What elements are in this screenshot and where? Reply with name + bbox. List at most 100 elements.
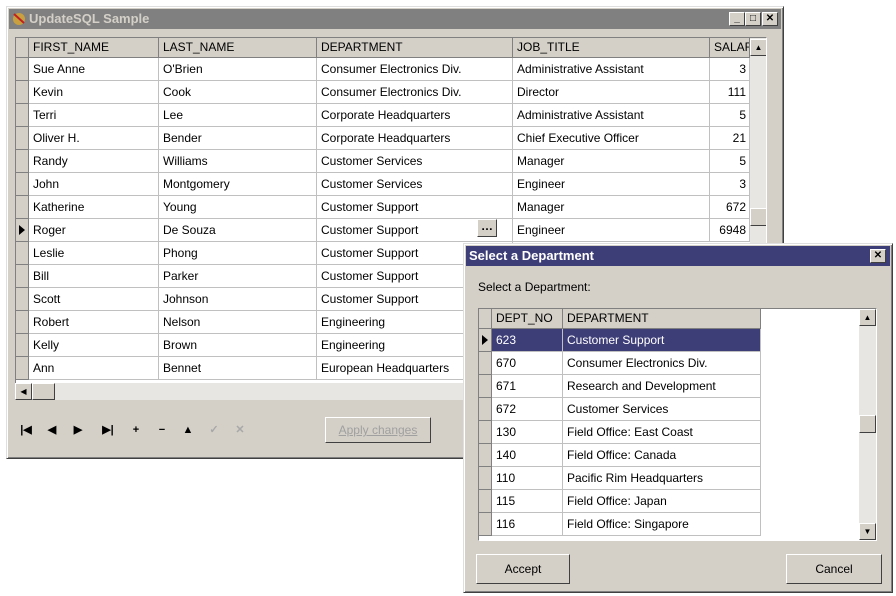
row-indicator[interactable] bbox=[16, 357, 29, 380]
grid-cell[interactable]: 3 bbox=[710, 58, 750, 81]
next-icon[interactable]: ▶ bbox=[67, 419, 89, 441]
dept-cell[interactable]: Field Office: Singapore bbox=[563, 513, 761, 536]
grid-cell[interactable]: 672 bbox=[710, 196, 750, 219]
row-indicator[interactable] bbox=[16, 173, 29, 196]
dept-cell[interactable]: 671 bbox=[492, 375, 563, 398]
grid-cell[interactable]: Corporate Headquarters bbox=[317, 104, 513, 127]
dept-cell[interactable]: Field Office: Canada bbox=[563, 444, 761, 467]
dept-scroll-up-button[interactable]: ▲ bbox=[859, 309, 876, 326]
minimize-button[interactable]: _ bbox=[729, 12, 745, 26]
dept-cell[interactable]: 140 bbox=[492, 444, 563, 467]
row-indicator[interactable] bbox=[16, 311, 29, 334]
dept-cell[interactable]: 116 bbox=[492, 513, 563, 536]
grid-cell[interactable]: Roger bbox=[29, 219, 159, 242]
dept-column-header[interactable]: DEPARTMENT bbox=[563, 309, 761, 329]
dept-row-indicator[interactable] bbox=[479, 467, 492, 490]
dept-scroll-thumb[interactable] bbox=[859, 415, 876, 433]
row-indicator[interactable] bbox=[16, 104, 29, 127]
post-icon[interactable]: ✓ bbox=[203, 419, 225, 441]
grid-cell[interactable]: Scott bbox=[29, 288, 159, 311]
row-indicator[interactable] bbox=[16, 81, 29, 104]
dept-cell[interactable]: Pacific Rim Headquarters bbox=[563, 467, 761, 490]
dept-cell[interactable]: Consumer Electronics Div. bbox=[563, 352, 761, 375]
dialog-titlebar[interactable]: Select a Department ✕ bbox=[466, 246, 890, 266]
dept-cell[interactable]: Customer Services bbox=[563, 398, 761, 421]
grid-cell[interactable]: Engineer bbox=[513, 173, 710, 196]
column-header[interactable]: JOB_TITLE bbox=[513, 38, 710, 58]
row-indicator[interactable] bbox=[16, 265, 29, 288]
dept-cell[interactable]: 672 bbox=[492, 398, 563, 421]
row-indicator[interactable] bbox=[16, 150, 29, 173]
grid-cell[interactable]: Young bbox=[159, 196, 317, 219]
grid-cell[interactable]: Johnson bbox=[159, 288, 317, 311]
dept-row-indicator[interactable] bbox=[479, 421, 492, 444]
dialog-close-button[interactable]: ✕ bbox=[870, 249, 886, 263]
dept-cell[interactable]: Field Office: East Coast bbox=[563, 421, 761, 444]
dept-row-indicator[interactable] bbox=[479, 490, 492, 513]
maximize-button[interactable]: □ bbox=[745, 12, 761, 26]
grid-cell[interactable]: Manager bbox=[513, 196, 710, 219]
dept-vertical-scrollbar[interactable]: ▲ ▼ bbox=[859, 309, 876, 540]
row-indicator[interactable] bbox=[16, 219, 29, 242]
grid-cell[interactable]: Manager bbox=[513, 150, 710, 173]
dept-cell[interactable]: 130 bbox=[492, 421, 563, 444]
grid-cell[interactable]: 5 bbox=[710, 150, 750, 173]
grid-cell[interactable]: Customer Services bbox=[317, 173, 513, 196]
row-indicator[interactable] bbox=[16, 242, 29, 265]
grid-cell[interactable]: Consumer Electronics Div. bbox=[317, 81, 513, 104]
column-header[interactable]: FIRST_NAME bbox=[29, 38, 159, 58]
grid-cell[interactable]: Nelson bbox=[159, 311, 317, 334]
grid-cell[interactable]: Leslie bbox=[29, 242, 159, 265]
grid-cell[interactable]: 3 bbox=[710, 173, 750, 196]
dept-cell[interactable]: 623 bbox=[492, 329, 563, 352]
grid-cell[interactable]: Customer Services bbox=[317, 150, 513, 173]
grid-cell[interactable]: Parker bbox=[159, 265, 317, 288]
department-grid[interactable]: DEPT_NO DEPARTMENT 623 Customer Support 670… bbox=[478, 308, 877, 541]
prior-icon[interactable]: ◀ bbox=[41, 419, 63, 441]
grid-cell[interactable]: Kevin bbox=[29, 81, 159, 104]
cancel-icon[interactable]: ✕ bbox=[229, 419, 251, 441]
grid-cell[interactable]: Administrative Assistant bbox=[513, 58, 710, 81]
dept-cell[interactable]: 115 bbox=[492, 490, 563, 513]
grid-cell[interactable]: Engineer bbox=[513, 219, 710, 242]
main-titlebar[interactable]: UpdateSQL Sample _ □ ✕ bbox=[9, 9, 781, 29]
grid-cell[interactable]: Montgomery bbox=[159, 173, 317, 196]
grid-cell[interactable]: Katherine bbox=[29, 196, 159, 219]
grid-cell[interactable]: Administrative Assistant bbox=[513, 104, 710, 127]
dept-cell[interactable]: 110 bbox=[492, 467, 563, 490]
dept-row-indicator[interactable] bbox=[479, 375, 492, 398]
grid-cell[interactable]: Consumer Electronics Div. bbox=[317, 58, 513, 81]
grid-cell[interactable]: Randy bbox=[29, 150, 159, 173]
hscroll-thumb[interactable] bbox=[32, 383, 55, 400]
close-button[interactable]: ✕ bbox=[762, 12, 778, 26]
dept-cell[interactable]: Customer Support bbox=[563, 329, 761, 352]
dept-cell[interactable]: Field Office: Japan bbox=[563, 490, 761, 513]
scroll-left-button[interactable]: ◀ bbox=[15, 383, 32, 400]
column-header[interactable]: SALAF bbox=[710, 38, 750, 58]
scroll-up-button[interactable]: ▲ bbox=[750, 39, 766, 56]
last-icon[interactable]: ▶| bbox=[97, 419, 119, 441]
dept-row-indicator[interactable] bbox=[479, 513, 492, 536]
dept-row-indicator[interactable] bbox=[479, 398, 492, 421]
grid-cell[interactable]: Oliver H. bbox=[29, 127, 159, 150]
grid-cell[interactable]: 5 bbox=[710, 104, 750, 127]
delete-icon[interactable]: − bbox=[151, 419, 173, 441]
grid-cell[interactable]: Phong bbox=[159, 242, 317, 265]
row-indicator[interactable] bbox=[16, 288, 29, 311]
grid-cell[interactable]: Director bbox=[513, 81, 710, 104]
grid-cell[interactable]: Lee bbox=[159, 104, 317, 127]
grid-cell[interactable]: Sue Anne bbox=[29, 58, 159, 81]
row-indicator[interactable] bbox=[16, 127, 29, 150]
grid-cell[interactable]: Kelly bbox=[29, 334, 159, 357]
grid-cell[interactable]: Bennet bbox=[159, 357, 317, 380]
grid-cell[interactable]: De Souza bbox=[159, 219, 317, 242]
grid-cell[interactable]: Cook bbox=[159, 81, 317, 104]
grid-cell[interactable]: Williams bbox=[159, 150, 317, 173]
grid-cell[interactable]: Customer Support bbox=[317, 196, 513, 219]
grid-cell[interactable]: Terri bbox=[29, 104, 159, 127]
edit-icon[interactable]: ▲ bbox=[177, 419, 199, 441]
row-indicator[interactable] bbox=[16, 196, 29, 219]
grid-cell[interactable]: Ann bbox=[29, 357, 159, 380]
insert-icon[interactable]: + bbox=[125, 419, 147, 441]
column-header[interactable]: DEPARTMENT bbox=[317, 38, 513, 58]
